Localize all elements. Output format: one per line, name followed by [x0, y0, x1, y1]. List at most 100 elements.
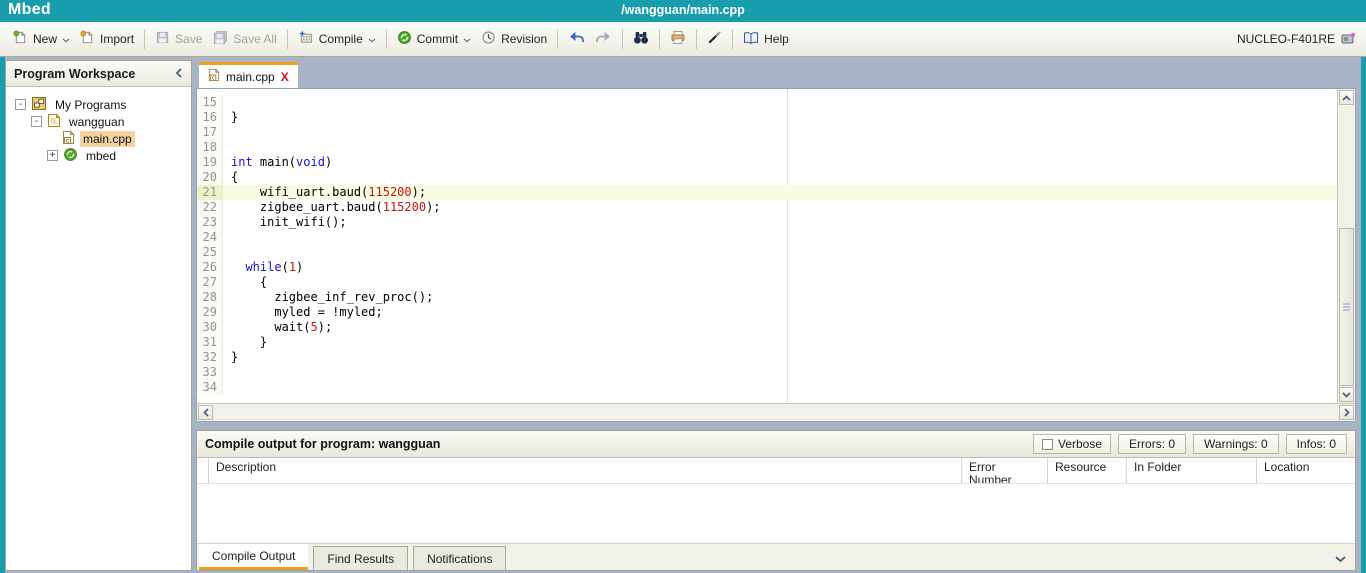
code-line[interactable]: 24 — [197, 230, 1337, 245]
scroll-right-button[interactable] — [1339, 405, 1354, 420]
code-area[interactable]: 1516}171819int main(void)20{21 wifi_uart… — [197, 89, 1337, 403]
cpp-file-icon: c — [208, 68, 220, 85]
workspace-tree: - My Programs - wangguan c main.cpp + mb… — [6, 87, 191, 164]
target-board[interactable]: NUCLEO-F401RE — [1237, 31, 1358, 48]
new-document-icon — [13, 30, 28, 48]
output-table-header: Description Error Number Resource In Fol… — [197, 458, 1355, 484]
line-number: 31 — [197, 335, 223, 350]
tree-expander-icon[interactable]: - — [31, 116, 42, 127]
verbose-checkbox[interactable] — [1042, 439, 1053, 450]
close-icon[interactable]: X — [281, 70, 289, 84]
code-line[interactable]: 19int main(void) — [197, 155, 1337, 170]
mbed-compiler-window: Mbed /wangguan/main.cpp New Import Save … — [0, 0, 1366, 573]
format-button[interactable] — [702, 27, 727, 51]
tree-expander-icon[interactable]: + — [47, 150, 58, 161]
editor-horizontal-scrollbar[interactable] — [197, 403, 1355, 421]
line-number: 30 — [197, 320, 223, 335]
line-number: 23 — [197, 215, 223, 230]
output-col-error-number[interactable]: Error Number — [961, 458, 1047, 483]
toolbar-separator — [696, 29, 697, 49]
compile-label: Compile — [319, 32, 363, 46]
code-line[interactable]: 21 wifi_uart.baud(115200); — [197, 185, 1337, 200]
undo-button[interactable] — [563, 28, 590, 50]
svg-text:c: c — [66, 137, 70, 144]
redo-icon — [595, 31, 612, 47]
line-number: 21 — [197, 185, 223, 200]
toolbar-separator — [386, 29, 387, 49]
tab-find-results[interactable]: Find Results — [313, 546, 408, 570]
program-icon — [47, 113, 61, 131]
output-col-description[interactable]: Description — [208, 458, 961, 483]
commit-button[interactable]: Commit — [392, 27, 476, 51]
main-toolbar: New Import Save Save All Compile Commit — [0, 22, 1366, 57]
code-line[interactable]: 17 — [197, 125, 1337, 140]
output-col-in-folder[interactable]: In Folder — [1126, 458, 1256, 483]
new-button[interactable]: New — [8, 27, 75, 51]
code-line[interactable]: 31 } — [197, 335, 1337, 350]
save-all-button[interactable]: Save All — [207, 27, 281, 51]
toolbar-separator — [659, 29, 660, 49]
output-col-icon — [197, 458, 208, 483]
code-line[interactable]: 30 wait(5); — [197, 320, 1337, 335]
errors-counter[interactable]: Errors: 0 — [1118, 434, 1186, 454]
print-button[interactable] — [665, 27, 691, 51]
collapse-chevron-icon[interactable] — [175, 67, 183, 81]
tree-item-my-programs[interactable]: - My Programs — [6, 96, 191, 113]
import-button[interactable]: Import — [75, 27, 139, 51]
editor-vertical-scrollbar[interactable] — [1337, 89, 1355, 403]
tree-expander-icon[interactable]: - — [15, 99, 26, 110]
editor-tab-main-cpp[interactable]: c main.cpp X — [199, 62, 298, 88]
infos-counter[interactable]: Infos: 0 — [1286, 434, 1347, 454]
code-line[interactable]: 33 — [197, 365, 1337, 380]
code-line[interactable]: 28 zigbee_inf_rev_proc(); — [197, 290, 1337, 305]
chevron-down-icon[interactable] — [463, 32, 471, 46]
code-line[interactable]: 32} — [197, 350, 1337, 365]
code-line[interactable]: 20{ — [197, 170, 1337, 185]
help-button[interactable]: Help — [738, 28, 794, 51]
import-label: Import — [100, 32, 134, 46]
tree-item-mbed[interactable]: + mbed — [6, 147, 191, 164]
chevron-down-icon[interactable] — [62, 32, 70, 46]
code-line[interactable]: 23 init_wifi(); — [197, 215, 1337, 230]
chevron-down-icon[interactable] — [1335, 552, 1346, 566]
line-number: 15 — [197, 95, 223, 110]
code-line[interactable]: 22 zigbee_uart.baud(115200); — [197, 200, 1337, 215]
revision-button[interactable]: Revision — [476, 27, 552, 51]
redo-button[interactable] — [590, 28, 617, 50]
line-number: 34 — [197, 380, 223, 395]
save-button[interactable]: Save — [150, 27, 207, 51]
code-line[interactable]: 29 myled = !myled; — [197, 305, 1337, 320]
code-line[interactable]: 16} — [197, 110, 1337, 125]
code-line[interactable]: 25 — [197, 245, 1337, 260]
find-button[interactable] — [628, 27, 654, 51]
output-col-resource[interactable]: Resource — [1047, 458, 1126, 483]
tab-compile-output[interactable]: Compile Output — [199, 544, 308, 570]
help-label: Help — [764, 32, 789, 46]
tree-item-wangguan[interactable]: - wangguan — [6, 113, 191, 130]
target-board-label: NUCLEO-F401RE — [1237, 32, 1335, 46]
scrollbar-thumb[interactable] — [1339, 228, 1354, 386]
code-line[interactable]: 15 — [197, 95, 1337, 110]
tree-item-main-cpp[interactable]: c main.cpp — [6, 130, 191, 147]
find-binoculars-icon — [633, 30, 649, 48]
wand-icon — [707, 30, 722, 48]
compile-button[interactable]: Compile — [293, 27, 381, 51]
toolbar-separator — [287, 29, 288, 49]
warnings-counter[interactable]: Warnings: 0 — [1193, 434, 1279, 454]
code-line[interactable]: 34 — [197, 380, 1337, 395]
tab-notifications[interactable]: Notifications — [413, 546, 506, 570]
verbose-toggle[interactable]: Verbose — [1033, 434, 1111, 454]
line-number: 18 — [197, 140, 223, 155]
code-line[interactable]: 26 while(1) — [197, 260, 1337, 275]
chevron-down-icon[interactable] — [368, 32, 376, 46]
save-label: Save — [175, 32, 202, 46]
scroll-down-button[interactable] — [1339, 387, 1354, 402]
open-document-path: /wangguan/main.cpp — [0, 3, 1366, 17]
compile-output-panel: Compile output for program: wangguan Ver… — [196, 430, 1356, 571]
code-line[interactable]: 18 — [197, 140, 1337, 155]
code-line[interactable]: 27 { — [197, 275, 1337, 290]
scroll-left-button[interactable] — [198, 405, 213, 420]
new-label: New — [33, 32, 57, 46]
scroll-up-button[interactable] — [1339, 90, 1354, 105]
output-col-location[interactable]: Location — [1256, 458, 1355, 483]
